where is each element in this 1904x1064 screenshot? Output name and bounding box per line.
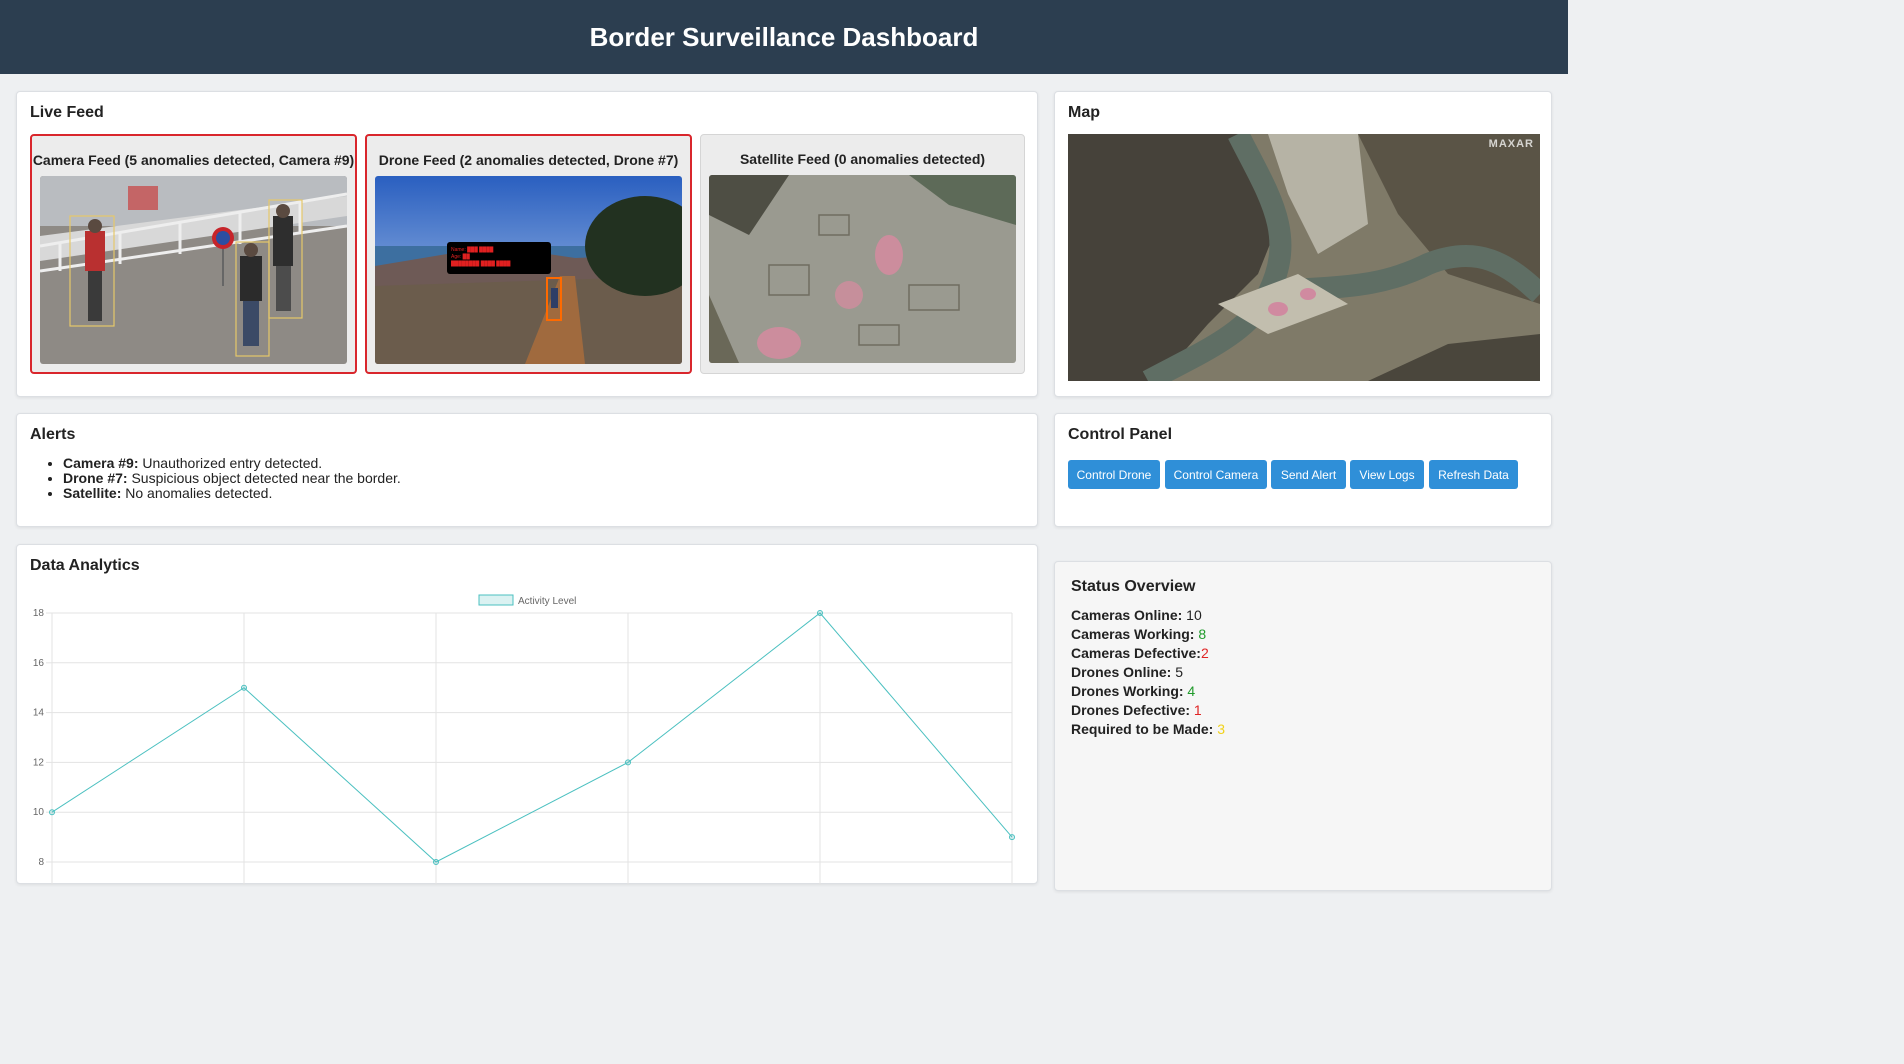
status-label: Required to be Made:: [1071, 721, 1214, 737]
svg-text:Name: ███ ████: Name: ███ ████: [451, 246, 494, 253]
live-feed-title: Live Feed: [30, 104, 104, 121]
control-panel-title: Control Panel: [1068, 426, 1173, 443]
status-cameras-defective: Cameras Defective:2: [1071, 645, 1209, 661]
satellite-feed-image[interactable]: [709, 175, 1016, 363]
control-panel: Control Panel Control Drone Control Came…: [1054, 413, 1552, 527]
status-panel: Status Overview Cameras Online: 10 Camer…: [1054, 561, 1552, 891]
y-tick-label: 10: [33, 807, 45, 818]
page-title: Border Surveillance Dashboard: [589, 21, 979, 52]
camera-feed-card[interactable]: Camera Feed (5 anomalies detected, Camer…: [30, 134, 357, 374]
legend-swatch: [478, 594, 514, 606]
camera-feed-title: Camera Feed (5 anomalies detected, Camer…: [32, 152, 355, 168]
y-tick-label: 18: [33, 608, 45, 619]
y-tick-label: 14: [33, 708, 45, 719]
status-drones-online: Drones Online: 5: [1071, 664, 1183, 680]
alert-item: Satellite: No anomalies detected.: [63, 486, 401, 501]
alert-source: Satellite:: [63, 485, 122, 501]
status-value: 4: [1183, 683, 1196, 699]
alerts-panel: Alerts Camera #9: Unauthorized entry det…: [16, 413, 1038, 527]
control-drone-button[interactable]: Control Drone: [1068, 460, 1160, 489]
status-cameras-online: Cameras Online: 10: [1071, 607, 1202, 623]
status-cameras-working: Cameras Working: 8: [1071, 626, 1206, 642]
header-bar: Border Surveillance Dashboard: [0, 0, 1568, 74]
status-value: 5: [1171, 664, 1184, 680]
analytics-panel: Data Analytics Activity Level 8 10 12 14 16 18: [16, 544, 1038, 885]
alerts-title: Alerts: [30, 426, 76, 443]
alert-item: Camera #9: Unauthorized entry detected.: [63, 456, 401, 471]
legend-label: Activity Level: [518, 596, 576, 607]
camera-feed-image[interactable]: [40, 176, 347, 364]
status-required: Required to be Made: 3: [1071, 721, 1225, 737]
series-line: [51, 612, 1013, 863]
data-point: [433, 859, 439, 865]
data-point: [1009, 834, 1015, 841]
drone-feed-title: Drone Feed (2 anomalies detected, Drone …: [378, 152, 679, 168]
alerts-list: Camera #9: Unauthorized entry detected. …: [49, 456, 401, 501]
status-label: Cameras Defective:: [1071, 645, 1201, 661]
analytics-title: Data Analytics: [30, 557, 140, 574]
view-logs-button[interactable]: View Logs: [1350, 460, 1424, 489]
alert-text: No anomalies detected.: [121, 485, 273, 501]
status-label: Drones Online:: [1071, 664, 1172, 680]
alert-source: Camera #9:: [63, 455, 139, 471]
status-label: Drones Working:: [1071, 683, 1184, 699]
map-title: Map: [1068, 104, 1100, 121]
status-title: Status Overview: [1071, 578, 1196, 595]
drone-feed-card[interactable]: Drone Feed (2 anomalies detected, Drone …: [365, 134, 692, 374]
activity-chart: Activity Level 8 10 12 14 16 18: [33, 594, 1015, 885]
satellite-feed-card[interactable]: Satellite Feed (0 anomalies detected): [700, 134, 1025, 374]
live-feed-panel: Live Feed Camera Feed (5 anomalies detec…: [16, 91, 1038, 397]
status-value: 1: [1190, 702, 1202, 718]
status-drones-working: Drones Working: 4: [1071, 683, 1195, 699]
status-value: 10: [1182, 607, 1202, 623]
refresh-data-button[interactable]: Refresh Data: [1429, 460, 1518, 489]
alert-source: Drone #7:: [63, 470, 128, 486]
control-camera-button[interactable]: Control Camera: [1165, 460, 1267, 489]
data-point: [49, 809, 55, 816]
map-watermark: MAXAR: [1488, 138, 1534, 150]
alert-text: Suspicious object detected near the bord…: [127, 470, 401, 486]
map-panel: Map MAXAR: [1054, 91, 1552, 397]
alert-text: Unauthorized entry detected.: [138, 455, 323, 471]
alert-item: Drone #7: Suspicious object detected nea…: [63, 471, 401, 486]
data-point: [817, 610, 823, 616]
y-tick-label: 12: [33, 757, 45, 768]
y-tick-label: 8: [38, 857, 44, 868]
status-label: Cameras Online:: [1071, 607, 1183, 623]
status-value: 2: [1200, 645, 1209, 661]
status-value: 3: [1213, 721, 1226, 737]
svg-text:████████ ████ ████: ████████ ████ ████: [451, 260, 511, 267]
data-point: [241, 684, 247, 691]
drone-feed-image[interactable]: Name: ███ ████ Age: ██ ████████ ████ ███…: [375, 176, 682, 364]
status-value: 8: [1194, 626, 1207, 642]
data-point: [625, 759, 631, 766]
send-alert-button[interactable]: Send Alert: [1271, 460, 1346, 489]
status-drones-defective: Drones Defective: 1: [1071, 702, 1202, 718]
status-label: Cameras Working:: [1071, 626, 1195, 642]
map-image[interactable]: MAXAR: [1068, 134, 1540, 381]
y-tick-label: 16: [33, 658, 45, 669]
status-label: Drones Defective:: [1071, 702, 1191, 718]
satellite-feed-title: Satellite Feed (0 anomalies detected): [739, 151, 986, 167]
svg-text:Age: ██: Age: ██: [451, 253, 470, 260]
